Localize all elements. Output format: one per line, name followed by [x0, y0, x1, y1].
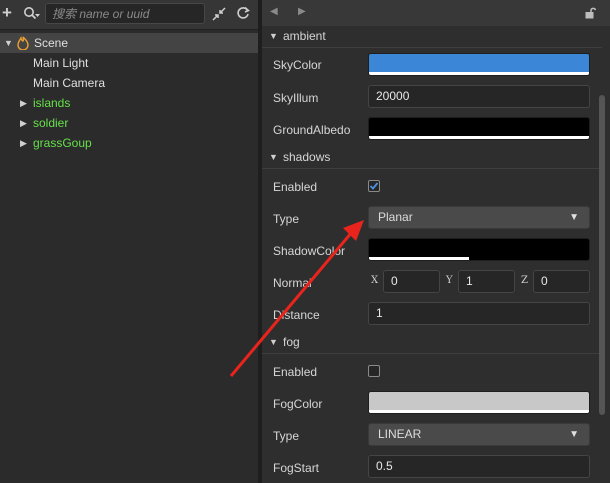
prop-label: Normal — [273, 276, 312, 290]
normal-x-field[interactable]: 0 — [383, 270, 440, 293]
scene-label: Scene — [34, 36, 69, 50]
tree-row-scene[interactable]: ▼ Scene — [0, 33, 258, 53]
collapse-arrow-icon[interactable]: ▼ — [269, 331, 278, 353]
back-arrow-icon[interactable]: ◀ — [270, 6, 278, 17]
expand-arrow-icon[interactable]: ▶ — [20, 113, 27, 133]
prop-label: ShadowColor — [273, 244, 346, 258]
alpha-bar — [369, 257, 469, 260]
normal-z-field[interactable]: 0 — [533, 270, 590, 293]
fog-enabled-checkbox[interactable] — [368, 365, 380, 377]
hierarchy-toolbar: + — [0, 0, 258, 30]
axis-label-z: Z — [521, 275, 528, 286]
alpha-bar — [369, 136, 589, 139]
alpha-bar — [369, 410, 589, 413]
expand-arrow-icon[interactable]: ▼ — [4, 33, 13, 53]
prop-label: GroundAlbedo — [273, 123, 351, 137]
axis-label-y: Y — [446, 275, 453, 286]
node-label: soldier — [33, 116, 69, 130]
tree-row-grassgoup[interactable]: ▶ grassGoup — [0, 133, 258, 153]
prop-label: FogStart — [273, 461, 320, 475]
sky-illum-field[interactable]: 20000 — [368, 85, 590, 108]
section-shadows[interactable]: ▼ shadows — [262, 146, 602, 169]
checkmark-icon — [369, 182, 379, 190]
prop-label: Type — [273, 212, 300, 226]
chevron-down-icon: ▼ — [569, 429, 579, 440]
expand-arrow-icon[interactable]: ▶ — [20, 93, 27, 113]
plus-icon[interactable]: + — [2, 4, 12, 21]
prop-label: Distance — [273, 308, 320, 322]
prop-label: FogColor — [273, 397, 323, 411]
node-label: Main Light — [33, 56, 89, 70]
section-ambient[interactable]: ▼ ambient — [262, 25, 602, 48]
prop-label: Enabled — [273, 365, 318, 379]
prop-label: Type — [273, 429, 300, 443]
fog-type-select[interactable]: LINEAR ▼ — [368, 423, 590, 446]
tree-row-islands[interactable]: ▶ islands — [0, 93, 258, 113]
shadow-type-select[interactable]: Planar ▼ — [368, 206, 590, 229]
section-title: shadows — [283, 150, 331, 164]
select-value: LINEAR — [378, 427, 422, 441]
node-label: grassGoup — [33, 136, 92, 150]
prop-label: SkyColor — [273, 58, 322, 72]
fog-color-field[interactable] — [368, 391, 590, 414]
scene-icon — [17, 35, 29, 51]
search-box[interactable] — [45, 3, 205, 24]
sky-color-field[interactable] — [368, 53, 590, 76]
refresh-icon[interactable] — [236, 6, 250, 22]
ground-albedo-field[interactable] — [368, 117, 590, 140]
scrollbar[interactable] — [599, 95, 605, 415]
hierarchy-panel: + ▼ — [0, 0, 258, 483]
collapse-arrow-icon[interactable]: ▼ — [269, 25, 278, 47]
tree-row-main-camera[interactable]: Main Camera — [0, 73, 258, 93]
section-title: ambient — [283, 29, 326, 43]
shadow-color-field[interactable] — [368, 238, 590, 261]
normal-y-field[interactable]: 1 — [458, 270, 515, 293]
prop-label: SkyIllum — [273, 91, 319, 105]
chevron-down-icon: ▼ — [569, 212, 579, 223]
search-icon[interactable] — [23, 6, 41, 22]
collapse-icon[interactable] — [212, 7, 226, 23]
fog-start-field[interactable]: 0.5 — [368, 455, 590, 478]
select-value: Planar — [378, 210, 413, 224]
axis-label-x: X — [371, 275, 379, 286]
inspector-toolbar: ◀ ▶ — [262, 0, 610, 26]
node-label: Main Camera — [33, 76, 106, 90]
search-input[interactable] — [52, 6, 202, 21]
shadows-enabled-checkbox[interactable] — [368, 180, 380, 192]
collapse-arrow-icon[interactable]: ▼ — [269, 146, 278, 168]
section-title: fog — [283, 335, 300, 349]
tree-row-soldier[interactable]: ▶ soldier — [0, 113, 258, 133]
scene-tree: ▼ Scene Main Light Main Camera ▶ islands… — [0, 33, 258, 153]
node-label: islands — [33, 96, 71, 110]
lock-icon[interactable] — [584, 7, 597, 19]
forward-arrow-icon[interactable]: ▶ — [298, 6, 306, 17]
inspector-panel: ◀ ▶ ▼ ambient SkyColor SkyIllum 20000 Gr… — [262, 0, 610, 483]
prop-label: Enabled — [273, 180, 318, 194]
expand-arrow-icon[interactable]: ▶ — [20, 133, 27, 153]
alpha-bar — [369, 72, 589, 75]
tree-row-main-light[interactable]: Main Light — [0, 53, 258, 73]
section-fog[interactable]: ▼ fog — [262, 331, 602, 354]
distance-field[interactable]: 1 — [368, 302, 590, 325]
